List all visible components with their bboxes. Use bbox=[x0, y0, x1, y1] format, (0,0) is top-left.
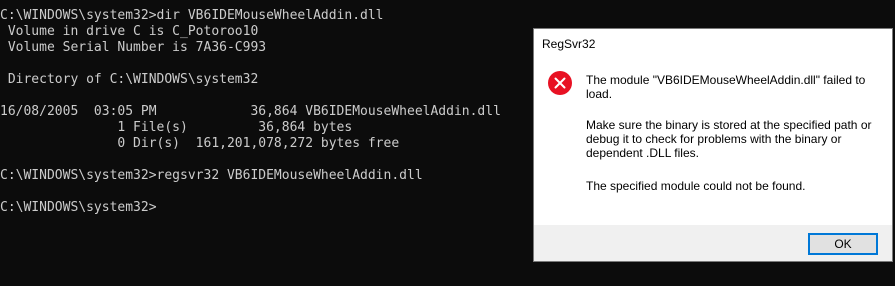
ok-button[interactable]: OK bbox=[808, 233, 878, 255]
console-line: C:\WINDOWS\system32>regsvr32 VB6IDEMouse… bbox=[0, 168, 423, 183]
dialog-button-bar: OK bbox=[534, 225, 892, 261]
console-line: 1 File(s) 36,864 bytes bbox=[0, 120, 353, 135]
error-message: The module "VB6IDEMouseWheelAddin.dll" f… bbox=[586, 73, 866, 101]
console-line: Directory of C:\WINDOWS\system32 bbox=[0, 72, 259, 87]
error-icon bbox=[548, 71, 572, 95]
detail-message: The specified module could not be found. bbox=[586, 179, 806, 193]
console-line: 16/08/2005 03:05 PM 36,864 VB6IDEMouseWh… bbox=[0, 104, 501, 119]
console-prompt-line: C:\WINDOWS\system32> bbox=[0, 200, 157, 215]
console-line: 0 Dir(s) 161,201,078,272 bytes free bbox=[0, 136, 400, 151]
instruction-message: Make sure the binary is stored at the sp… bbox=[586, 118, 872, 160]
regsvr32-dialog: RegSvr32 The module "VB6IDEMouseWheelAdd… bbox=[533, 28, 893, 262]
console-line: Volume in drive C is C_Potoroo10 bbox=[0, 24, 259, 39]
dialog-title: RegSvr32 bbox=[542, 37, 596, 51]
console-line: C:\WINDOWS\system32>dir VB6IDEMouseWheel… bbox=[0, 8, 384, 23]
console-line: Volume Serial Number is 7A36-C993 bbox=[0, 40, 267, 55]
